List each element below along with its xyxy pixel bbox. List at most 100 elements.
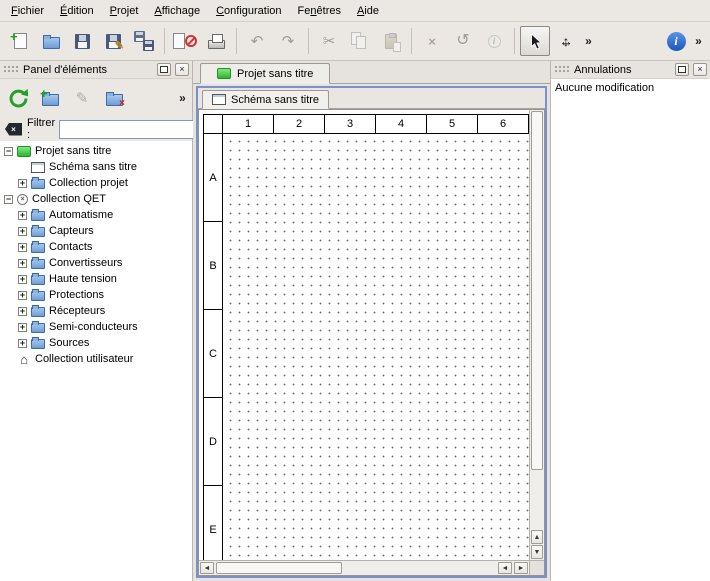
toolbar-overflow-button[interactable]: » (582, 26, 595, 56)
tree-item-convertisseurs[interactable]: +Convertisseurs (0, 255, 192, 271)
save-button[interactable] (67, 26, 97, 56)
collapse-icon[interactable]: − (4, 195, 13, 204)
move-mode-button[interactable]: ↔↕ (551, 26, 581, 56)
scroll-up-button[interactable]: ▲ (531, 530, 543, 544)
right-overflow-button[interactable]: » (692, 26, 705, 56)
menu-projet[interactable]: Projet (102, 2, 147, 20)
tree-item-haute-tension[interactable]: +Haute tension (0, 271, 192, 287)
elements-panel-header: Panel d'éléments × (0, 61, 192, 79)
expand-icon[interactable]: + (18, 339, 27, 348)
menu-affichage[interactable]: Affichage (146, 2, 208, 20)
open-project-button[interactable] (36, 26, 66, 56)
undo-history-list[interactable]: Aucune modification (551, 79, 710, 581)
vertical-scrollbar[interactable]: ▲ ▼ (529, 110, 544, 560)
tree-item-r-cepteurs[interactable]: + Récepteurs (0, 303, 192, 319)
print-button[interactable] (201, 26, 231, 56)
menu-dition[interactable]: Édition (52, 2, 102, 20)
save-all-button[interactable] (129, 26, 159, 56)
save-as-button[interactable]: ✎ (98, 26, 128, 56)
elements-panel-title: Panel d'éléments (23, 64, 107, 76)
tree-item-semi-conducteurs[interactable]: + Semi-conducteurs (0, 319, 192, 335)
collapse-icon[interactable]: − (4, 147, 13, 156)
hscroll-track[interactable] (216, 562, 496, 574)
diagram-sheet: 123456 ABCDE (203, 114, 529, 560)
tree-item-label: Schéma sans titre (49, 161, 137, 173)
expand-icon[interactable]: + (18, 259, 27, 268)
tree-item-sch-ma-sans-titre[interactable]: Schéma sans titre (0, 159, 192, 175)
menu-configuration[interactable]: Configuration (208, 2, 289, 20)
elements-float-button[interactable] (157, 63, 171, 76)
elements-close-button[interactable]: × (175, 63, 189, 76)
menu-aide[interactable]: Aide (349, 2, 387, 20)
tree-item-collection-projet[interactable]: +Collection projet (0, 175, 192, 191)
left-arrow-icon: ◄ (204, 565, 211, 572)
reload-collections-button[interactable] (3, 83, 33, 113)
tree-item-collection-qet[interactable]: −×Collection QET (0, 191, 192, 207)
new-document-button[interactable]: + (5, 26, 35, 56)
tree-item-protections[interactable]: +Protections (0, 287, 192, 303)
schema-icon (212, 94, 226, 106)
tree-item-capteurs[interactable]: +Capteurs (0, 223, 192, 239)
vscroll-track[interactable] (531, 111, 543, 529)
tab-project[interactable]: Projet sans titre (200, 63, 330, 84)
vscroll-thumb[interactable] (531, 111, 543, 470)
expand-icon[interactable]: + (18, 275, 27, 284)
tree-item-contacts[interactable]: + Contacts (0, 239, 192, 255)
expand-icon[interactable]: + (18, 243, 27, 252)
undo-empty-text: Aucune modification (555, 82, 706, 94)
tree-item-label: Semi-conducteurs (49, 321, 138, 333)
close-document-button[interactable] (170, 26, 200, 56)
tab-project-label: Projet sans titre (237, 68, 313, 80)
diagram-page[interactable]: 123456 ABCDE (199, 110, 529, 560)
refresh-icon (6, 86, 30, 110)
tree-item-label: Récepteurs (49, 305, 105, 317)
expand-icon[interactable]: + (18, 227, 27, 236)
expand-icon[interactable]: + (18, 291, 27, 300)
tree-item-collection-utilisateur[interactable]: ⌂Collection utilisateur (0, 351, 192, 367)
tree-item-automatisme[interactable]: +Automatisme (0, 207, 192, 223)
scroll-right-button[interactable]: ► (514, 562, 528, 574)
filter-clear-button[interactable]: × (4, 119, 23, 139)
menu-fen-tres[interactable]: Fenêtres (290, 2, 349, 20)
expand-icon[interactable]: + (18, 323, 27, 332)
scroll-left-button[interactable]: ◄ (200, 562, 214, 574)
rotate-icon: ↺ (451, 29, 475, 53)
expand-icon[interactable]: + (18, 179, 27, 188)
hscroll-thumb[interactable] (216, 562, 342, 574)
menu-fichier[interactable]: Fichier (3, 2, 52, 20)
schema-subwindow: Schéma sans titre 123456 ABCDE (196, 86, 547, 578)
schema-view[interactable]: 123456 ABCDE ▲ ▼ (198, 109, 545, 576)
tree-item-label: Contacts (49, 241, 92, 253)
tree-item-label: Collection utilisateur (35, 353, 133, 365)
tree-item-projet-sans-titre[interactable]: −Projet sans titre (0, 143, 192, 159)
new-document-icon: + (8, 29, 32, 53)
folder-icon (31, 305, 45, 317)
tab-schema[interactable]: Schéma sans titre (202, 90, 329, 109)
column-label: 6 (478, 114, 529, 134)
about-button[interactable]: i (661, 26, 691, 56)
new-element-button[interactable]: + (35, 83, 65, 113)
open-project-icon (39, 29, 63, 53)
expand-icon[interactable]: + (18, 211, 27, 220)
horizontal-scrollbar[interactable]: ◄ ◄ ► (199, 560, 529, 575)
folder-icon (31, 257, 45, 269)
select-mode-button[interactable] (520, 26, 550, 56)
save-as-icon: ✎ (101, 29, 125, 53)
elements-overflow-button[interactable]: » (176, 83, 189, 113)
scroll-down-button[interactable]: ▼ (531, 545, 543, 559)
delete-element-button[interactable]: × (99, 83, 129, 113)
filter-input[interactable] (59, 120, 209, 139)
dock-grip[interactable] (554, 65, 570, 74)
dock-grip[interactable] (3, 65, 19, 74)
move-icon: ↔↕ (554, 29, 578, 53)
float-icon (160, 66, 168, 73)
column-label: 1 (223, 114, 274, 134)
tree-item-sources[interactable]: +Sources (0, 335, 192, 351)
undo-close-button[interactable]: × (693, 63, 707, 76)
row-label: D (203, 398, 223, 486)
undo-float-button[interactable] (675, 63, 689, 76)
expand-icon[interactable]: + (18, 307, 27, 316)
scroll-left-button-2[interactable]: ◄ (498, 562, 512, 574)
up-arrow-icon: ▲ (534, 534, 541, 541)
diagram-grid[interactable] (223, 134, 529, 560)
